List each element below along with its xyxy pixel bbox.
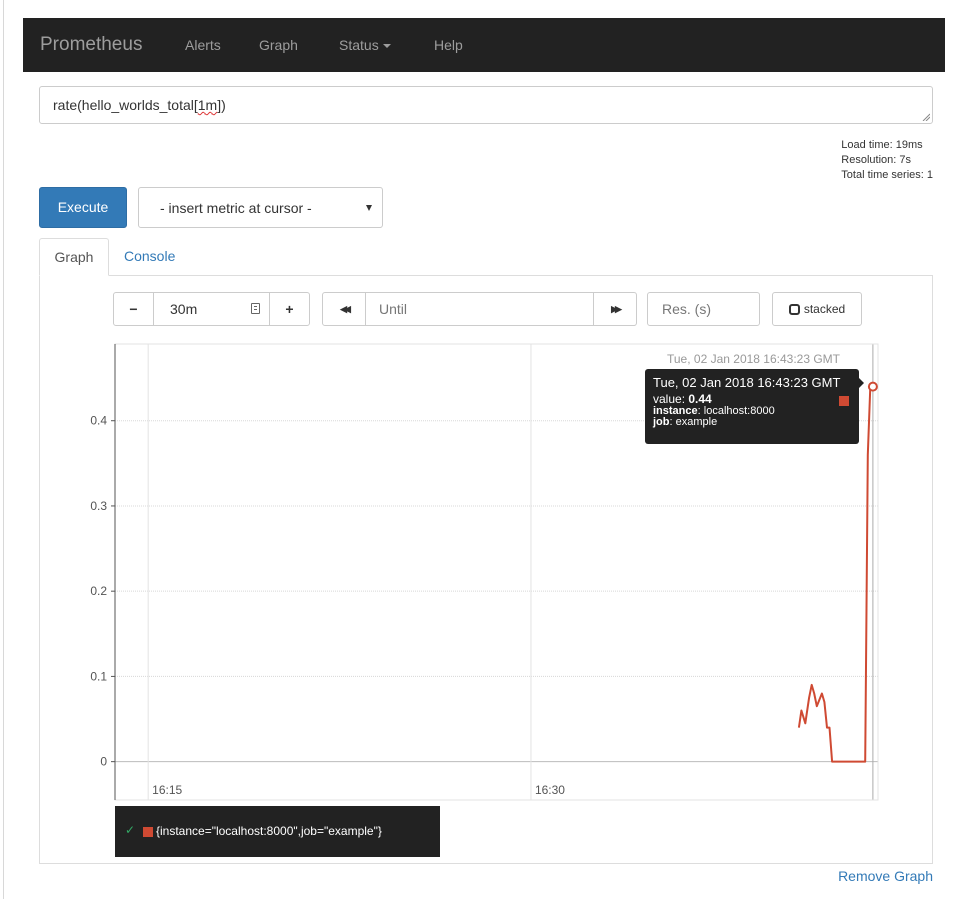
- tab-graph[interactable]: Graph: [39, 238, 109, 276]
- legend-series-swatch: [143, 827, 153, 837]
- y-tick-label: 0.4: [90, 414, 107, 428]
- hover-point: [867, 381, 878, 392]
- tooltip-arrow: [859, 378, 864, 388]
- y-tick-label: 0.2: [90, 584, 107, 598]
- chart[interactable]: 0 0.1 0.2 0.3 0.4 16:15 16:30: [0, 0, 956, 899]
- y-tick-label: 0.1: [90, 669, 107, 683]
- legend-check-icon[interactable]: ✓: [125, 823, 135, 837]
- y-tick-label: 0: [100, 755, 107, 769]
- tooltip-date: Tue, 02 Jan 2018 16:43:23 GMT: [653, 375, 841, 390]
- tooltip-job: job: example: [653, 416, 718, 428]
- remove-graph-link[interactable]: Remove Graph: [838, 868, 933, 884]
- x-tick-label: 16:15: [152, 783, 182, 797]
- legend: ✓ {instance="localhost:8000",job="exampl…: [115, 806, 440, 857]
- legend-series-label[interactable]: {instance="localhost:8000",job="example"…: [156, 824, 382, 838]
- x-tick-label: 16:30: [535, 783, 565, 797]
- hover-timestamp: Tue, 02 Jan 2018 16:43:23 GMT: [667, 352, 840, 366]
- tooltip-series-swatch: [839, 396, 849, 406]
- tooltip-value: value: 0.44: [653, 392, 712, 406]
- y-tick-label: 0.3: [90, 499, 107, 513]
- hover-tooltip: Tue, 02 Jan 2018 16:43:23 GMT value: 0.4…: [645, 369, 864, 444]
